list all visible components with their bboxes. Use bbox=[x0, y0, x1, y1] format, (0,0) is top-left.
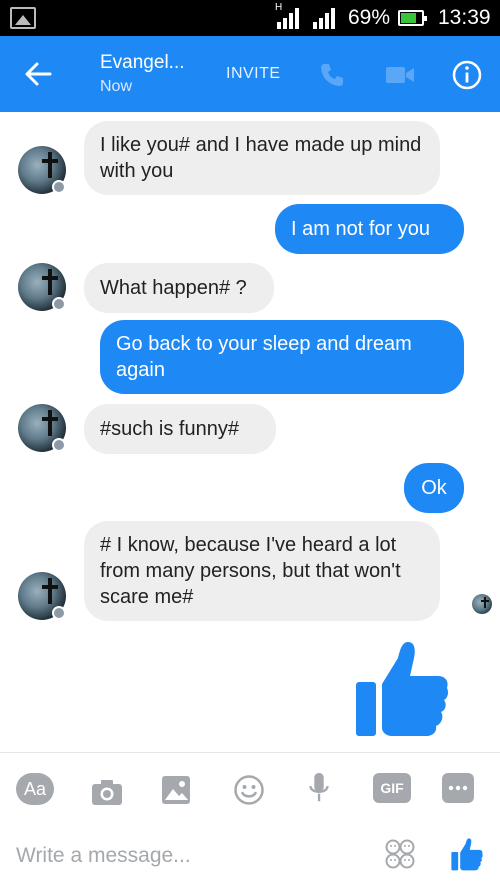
clock: 13:39 bbox=[438, 6, 491, 29]
message-text: I like you# and I have made up mind with… bbox=[100, 134, 422, 182]
message-input[interactable] bbox=[16, 840, 356, 872]
invite-button[interactable]: INVITE bbox=[226, 65, 281, 83]
message-composer bbox=[0, 824, 500, 888]
messenger-badge-icon bbox=[52, 438, 66, 452]
stickers-icon[interactable] bbox=[384, 838, 416, 870]
gif-button[interactable]: GIF bbox=[373, 773, 411, 803]
status-bar: H 69% 13:39 bbox=[0, 0, 500, 36]
messenger-badge-icon bbox=[52, 606, 66, 620]
read-receipt-avatar bbox=[472, 594, 492, 614]
back-arrow-icon[interactable] bbox=[20, 56, 56, 92]
signal-strength-icon bbox=[313, 8, 335, 29]
message-bubble-outgoing[interactable]: Ok bbox=[404, 463, 464, 513]
message-bubble-incoming[interactable]: # I know, because I've heard a lot from … bbox=[84, 521, 440, 621]
message-bubble-outgoing[interactable]: I am not for you bbox=[275, 204, 464, 254]
message-bubble-incoming[interactable]: #such is funny# bbox=[84, 404, 276, 454]
message-bubble-outgoing[interactable]: Go back to your sleep and dream again bbox=[100, 320, 464, 394]
thumbs-up-icon[interactable] bbox=[352, 636, 452, 740]
text-format-button[interactable]: Aa bbox=[16, 773, 54, 805]
message-text: I am not for you bbox=[291, 218, 430, 240]
thumbs-up-icon[interactable] bbox=[450, 836, 484, 872]
contact-name[interactable]: Evangel... bbox=[100, 52, 185, 74]
messenger-badge-icon bbox=[52, 180, 66, 194]
text-format-label: Aa bbox=[23, 778, 47, 799]
message-thread[interactable]: I like you# and I have made up mind with… bbox=[0, 112, 500, 752]
phone-icon[interactable] bbox=[318, 61, 346, 89]
video-camera-icon[interactable] bbox=[385, 64, 415, 86]
battery-percent: 69% bbox=[348, 6, 391, 29]
signal-strength-icon bbox=[277, 8, 299, 29]
message-bubble-incoming[interactable]: I like you# and I have made up mind with… bbox=[84, 121, 440, 195]
battery-icon bbox=[398, 10, 427, 26]
gif-label: GIF bbox=[380, 780, 404, 796]
gallery-notification-icon bbox=[10, 7, 36, 29]
emoji-icon[interactable] bbox=[233, 773, 265, 807]
image-icon[interactable] bbox=[160, 773, 192, 807]
more-icon[interactable] bbox=[442, 773, 474, 803]
composer-toolbar: Aa GIF bbox=[0, 752, 500, 824]
message-text: What happen# ? bbox=[100, 277, 247, 299]
message-bubble-incoming[interactable]: What happen# ? bbox=[84, 263, 274, 313]
info-icon[interactable] bbox=[451, 59, 483, 91]
message-text: Ok bbox=[421, 477, 447, 499]
message-text: #such is funny# bbox=[100, 418, 239, 440]
messenger-badge-icon bbox=[52, 297, 66, 311]
presence-status: Now bbox=[100, 78, 133, 95]
conversation-header: Evangel... Now INVITE bbox=[0, 36, 500, 112]
camera-icon[interactable] bbox=[90, 775, 124, 809]
microphone-icon[interactable] bbox=[306, 771, 332, 805]
message-text: # I know, because I've heard a lot from … bbox=[100, 534, 401, 608]
message-text: Go back to your sleep and dream again bbox=[116, 333, 412, 381]
